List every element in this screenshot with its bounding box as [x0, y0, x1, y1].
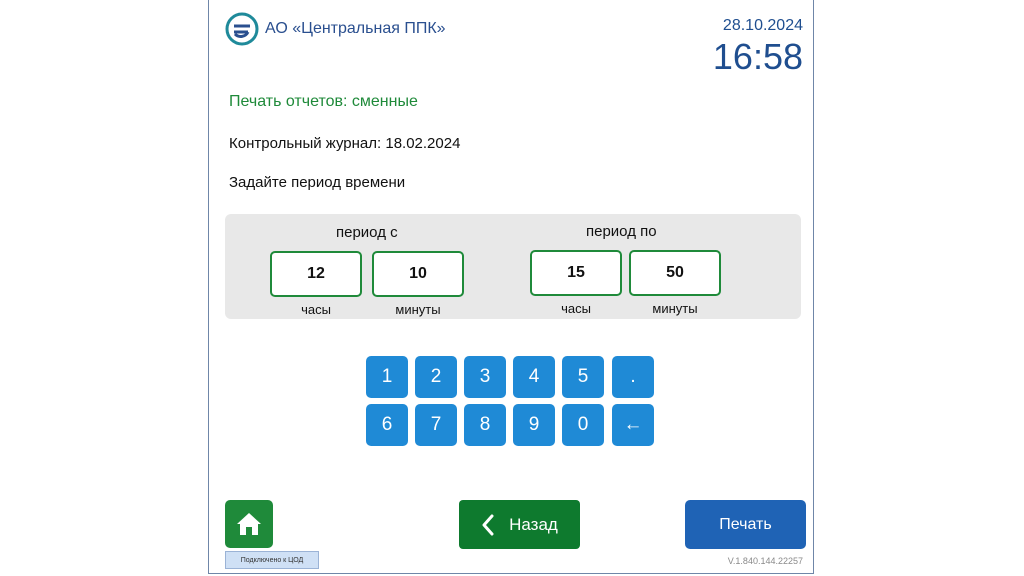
key-backspace[interactable]: ← [612, 404, 654, 446]
period-to-minutes-caption: минуты [652, 301, 698, 316]
logo-icon [225, 12, 259, 46]
version-label: V.1.840.144.22257 [727, 556, 803, 566]
journal-info: Контрольный журнал: 18.02.2024 [229, 135, 461, 152]
key-1[interactable]: 1 [366, 356, 408, 398]
period-from-minutes-caption: минуты [395, 302, 441, 317]
period-prompt: Задайте период времени [229, 174, 406, 191]
key-6[interactable]: 6 [366, 404, 408, 446]
back-button[interactable]: Назад [459, 500, 580, 549]
current-time: 16:58 [712, 36, 803, 77]
key-0[interactable]: 0 [562, 404, 604, 446]
main-screen: АО «Центральная ППК» 28.10.2024 16:58 Пе… [208, 0, 814, 574]
key-5[interactable]: 5 [562, 356, 604, 398]
period-from-hours-field[interactable]: 12 [270, 251, 362, 297]
print-button[interactable]: Печать [685, 500, 806, 549]
key-3[interactable]: 3 [464, 356, 506, 398]
key-9[interactable]: 9 [513, 404, 555, 446]
period-to-label: период по [586, 223, 657, 240]
period-to-hours-field[interactable]: 15 [530, 250, 622, 296]
print-button-label: Печать [719, 515, 772, 533]
connection-status: Подключено к ЦОД [225, 551, 319, 569]
period-to-hours-caption: часы [561, 301, 591, 316]
period-from-label: период с [336, 224, 398, 241]
back-button-label: Назад [509, 514, 558, 534]
period-to-minutes-field[interactable]: 50 [629, 250, 721, 296]
company-logo: АО «Центральная ППК» [225, 12, 446, 46]
period-panel: период с 12 10 часы минуты период по 15 … [225, 214, 801, 319]
key-2[interactable]: 2 [415, 356, 457, 398]
home-button[interactable] [225, 500, 273, 548]
period-from-minutes-field[interactable]: 10 [372, 251, 464, 297]
chevron-left-icon [482, 514, 494, 535]
key-dot[interactable]: . [612, 356, 654, 398]
key-4[interactable]: 4 [513, 356, 555, 398]
company-name: АО «Центральная ППК» [265, 20, 446, 37]
key-7[interactable]: 7 [415, 404, 457, 446]
period-from-hours-caption: часы [301, 302, 331, 317]
home-icon [237, 513, 261, 535]
current-date: 28.10.2024 [722, 17, 803, 34]
key-8[interactable]: 8 [464, 404, 506, 446]
section-title: Печать отчетов: сменные [229, 93, 418, 110]
